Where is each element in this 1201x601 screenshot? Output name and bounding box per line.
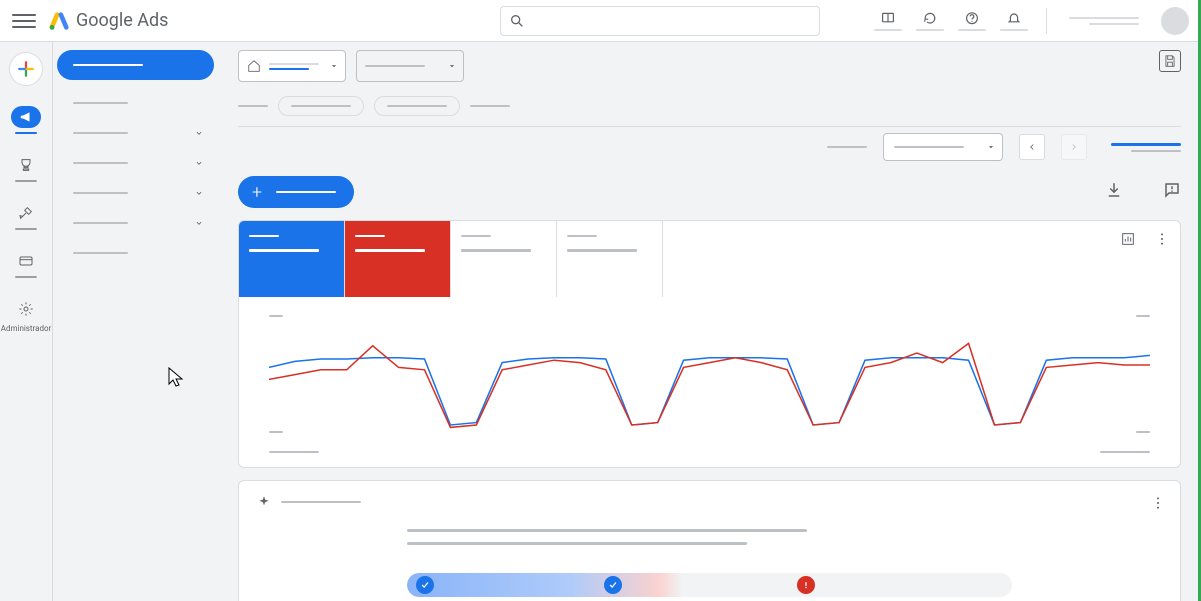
side-panel-item[interactable] [57,208,214,238]
side-panel-active-item[interactable] [57,50,214,80]
y-axis-tick [269,431,283,433]
search-input[interactable] [533,13,811,28]
product-logo[interactable]: Google Ads [48,10,168,32]
avatar[interactable] [1161,7,1189,35]
sparkle-icon [257,495,271,509]
metric-tab[interactable] [557,221,663,297]
save-icon [1163,54,1177,68]
insights-subhead [407,542,747,545]
filter-chip[interactable] [278,96,364,116]
metric-tab[interactable] [345,221,451,297]
left-rail: Administrador [0,42,53,601]
y-axis-tick [269,315,283,317]
chart-expand-icon [1120,231,1136,247]
chevron-down-icon [194,128,204,138]
filter-chip[interactable] [374,96,460,116]
refresh-icon[interactable] [920,11,940,31]
chart-menu-button[interactable] [1154,231,1170,251]
expand-chart-button[interactable] [1120,231,1136,251]
breadcrumb-item[interactable] [238,105,268,107]
chevron-down-icon [194,218,204,228]
gear-icon [18,301,34,317]
cursor-arrow-icon [165,365,189,389]
date-range-label [827,146,867,148]
rail-item-campaigns[interactable] [9,106,43,134]
date-range-selector[interactable] [883,133,1003,161]
trophy-icon [18,157,34,173]
chevron-down-icon [194,158,204,168]
y-axis-tick [1136,315,1150,317]
rail-admin-label: Administrador [1,324,52,333]
date-prev-button[interactable] [1019,134,1045,160]
rail-item-goals[interactable] [9,154,43,182]
side-panel-item[interactable] [57,88,214,118]
notifications-icon[interactable] [1004,11,1024,31]
plus-icon: + [248,183,266,201]
top-right-toolbar [878,7,1189,35]
y-axis-tick [1136,431,1150,433]
megaphone-icon [18,110,34,124]
top-bar: Google Ads [0,0,1201,42]
side-panel-item[interactable] [57,178,214,208]
google-ads-logo-icon [48,10,70,32]
side-panel-item[interactable] [57,118,214,148]
insights-card [238,480,1181,601]
search-icon [509,13,525,29]
rail-item-tools[interactable] [9,202,43,230]
metric-tab[interactable] [239,221,345,297]
chart-x-axis [239,451,1180,467]
save-view-button[interactable] [1159,50,1181,72]
line-chart [269,317,1150,437]
plus-multicolor-icon [17,60,35,78]
help-icon[interactable] [962,11,982,31]
more-vert-icon [1150,495,1166,511]
view-controls-row [238,126,1181,158]
insights-menu-button[interactable] [1150,495,1166,515]
caret-down-icon [447,61,457,71]
create-button[interactable] [9,52,43,86]
insights-title [281,501,361,503]
chevron-left-icon [1027,142,1037,152]
product-name: Google Ads [76,10,168,31]
caret-down-icon [329,61,339,71]
account-label[interactable] [1069,17,1139,25]
more-vert-icon [1154,231,1170,247]
download-button[interactable] [1105,181,1123,203]
main-content: + [218,42,1201,601]
active-view-indicator [1111,143,1181,146]
progress-node-warning [797,576,815,594]
toolbar-divider [1046,8,1047,34]
campaign-selector[interactable] [356,50,464,82]
date-next-button[interactable] [1061,134,1087,160]
search-box[interactable] [500,6,820,36]
chevron-down-icon [194,188,204,198]
hamburger-menu-button[interactable] [12,9,36,33]
account-selector[interactable] [238,50,346,82]
home-icon [247,59,261,73]
side-panel [53,42,218,601]
account-selectors [238,50,1181,82]
new-campaign-button[interactable]: + [238,176,354,208]
rail-item-billing[interactable] [9,250,43,278]
performance-chart-card [238,220,1181,468]
breadcrumb-row [238,96,1181,116]
chevron-right-icon [1069,142,1079,152]
side-panel-item[interactable] [57,238,214,268]
feedback-button[interactable] [1163,181,1181,203]
breadcrumb-item[interactable] [470,105,510,107]
tools-icon [18,205,34,221]
caret-down-icon [986,142,996,152]
metric-tab[interactable] [451,221,557,297]
action-row: + [238,176,1181,208]
conversion-path-progress [407,573,1012,597]
card-icon [18,253,34,269]
metric-tabs [239,221,1180,297]
rail-item-admin[interactable]: Administrador [9,298,43,333]
insights-headline [407,529,807,532]
side-panel-item[interactable] [57,148,214,178]
download-icon [1105,181,1123,199]
feedback-icon [1163,181,1181,199]
progress-node-complete [604,576,622,594]
appearance-icon[interactable] [878,11,898,31]
